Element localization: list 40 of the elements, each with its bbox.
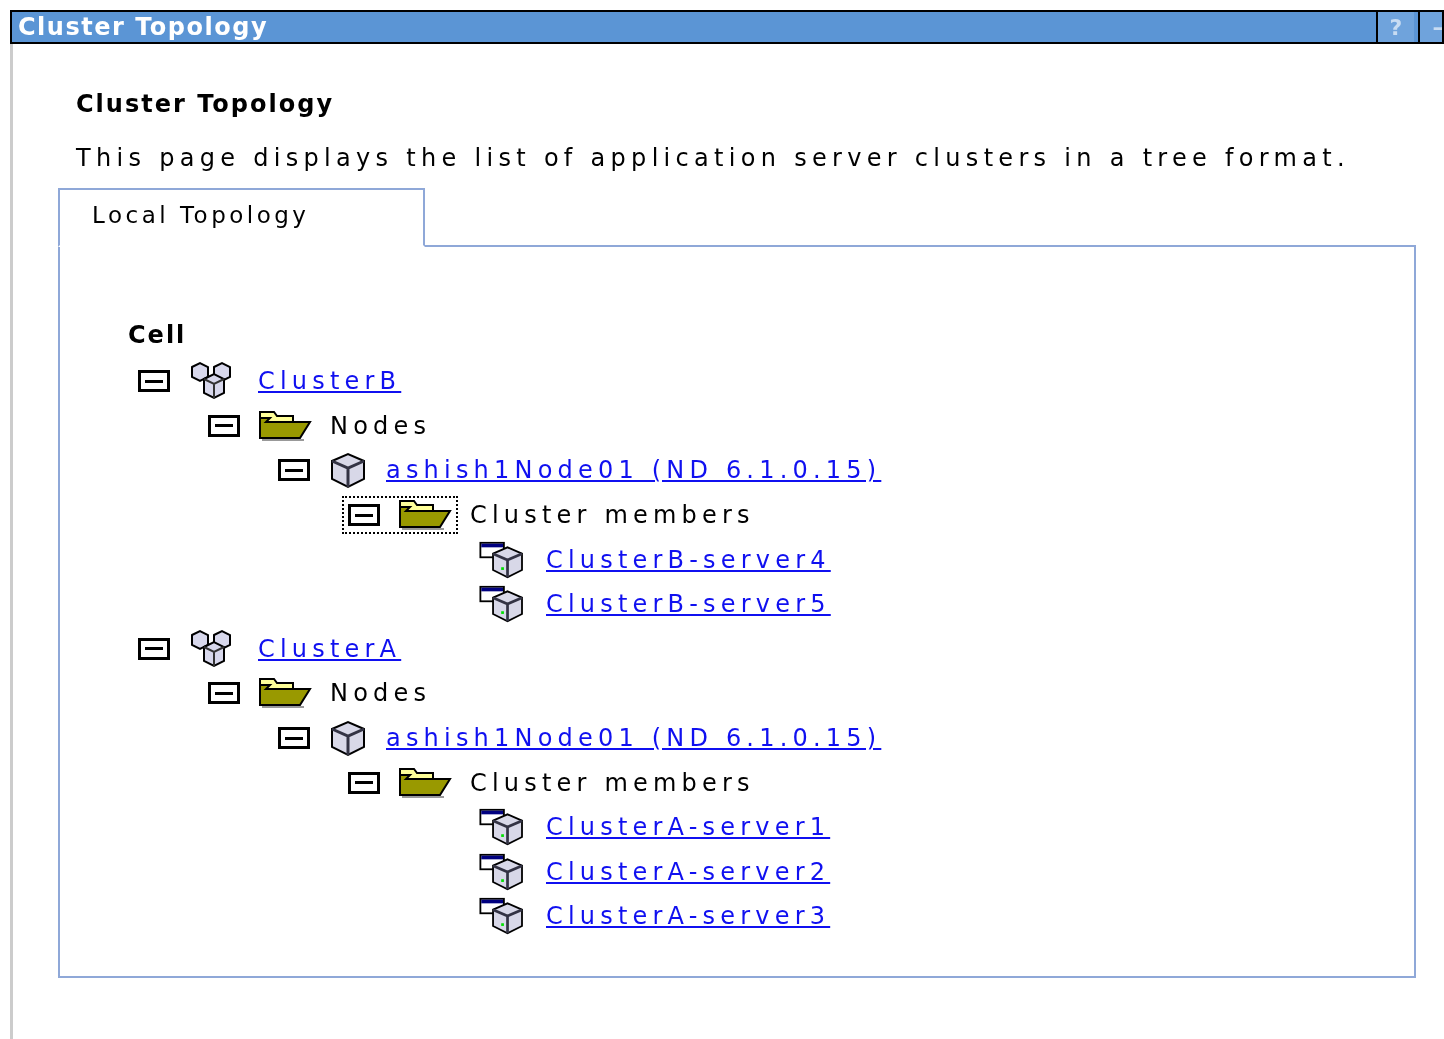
tree-link[interactable]: ashish1Node01 (ND 6.1.0.15) — [386, 724, 882, 753]
collapse-toggle[interactable] — [278, 459, 310, 482]
tree-label: Nodes — [330, 679, 432, 708]
minus-icon — [285, 736, 303, 740]
window-title: Cluster Topology — [17, 13, 269, 41]
tree-link[interactable]: ClusterA-server1 — [546, 813, 831, 842]
collapse-toggle[interactable] — [138, 637, 170, 660]
tree-link[interactable]: ashish1Node01 (ND 6.1.0.15) — [386, 456, 882, 485]
collapse-toggle[interactable] — [348, 771, 380, 794]
tree-link[interactable]: ClusterB-server4 — [546, 545, 831, 574]
folder-icon — [398, 766, 452, 799]
collapse-toggle[interactable] — [138, 370, 170, 393]
tab[interactable]: Local Topology — [58, 188, 425, 247]
tree-label: Cluster members — [470, 768, 755, 797]
tree-link[interactable]: ClusterA — [258, 634, 402, 663]
tree-label: Nodes — [330, 411, 432, 440]
tree-link[interactable]: ClusterA-server2 — [546, 857, 831, 886]
tree-link[interactable]: ClusterB — [258, 367, 402, 396]
tree-root-label: Cell — [128, 321, 188, 351]
collapse-toggle[interactable] — [208, 682, 240, 705]
tree-link[interactable]: ClusterB-server5 — [546, 590, 831, 619]
minus-icon — [145, 379, 163, 383]
collapse-toggle[interactable] — [208, 414, 240, 437]
page-description: This page displays the list of application server clusters in a tree format. — [76, 143, 1351, 174]
collapse-toggle[interactable] — [348, 504, 380, 527]
cube-icon — [328, 451, 368, 490]
cube-icon — [328, 719, 368, 758]
folder-icon — [258, 409, 312, 442]
minus-icon — [355, 781, 373, 785]
folder-icon — [258, 677, 312, 710]
tree-link[interactable]: ClusterA-server3 — [546, 902, 831, 931]
minus-icon — [215, 691, 233, 695]
collapse-toggle[interactable] — [278, 727, 310, 750]
page-heading: Cluster Topology — [76, 90, 336, 118]
tree-label: Cluster members — [470, 501, 755, 530]
folder-icon — [398, 499, 452, 532]
minus-icon — [285, 469, 303, 472]
minus-icon — [215, 424, 233, 428]
minus-icon — [145, 647, 163, 651]
minus-icon — [355, 513, 373, 517]
